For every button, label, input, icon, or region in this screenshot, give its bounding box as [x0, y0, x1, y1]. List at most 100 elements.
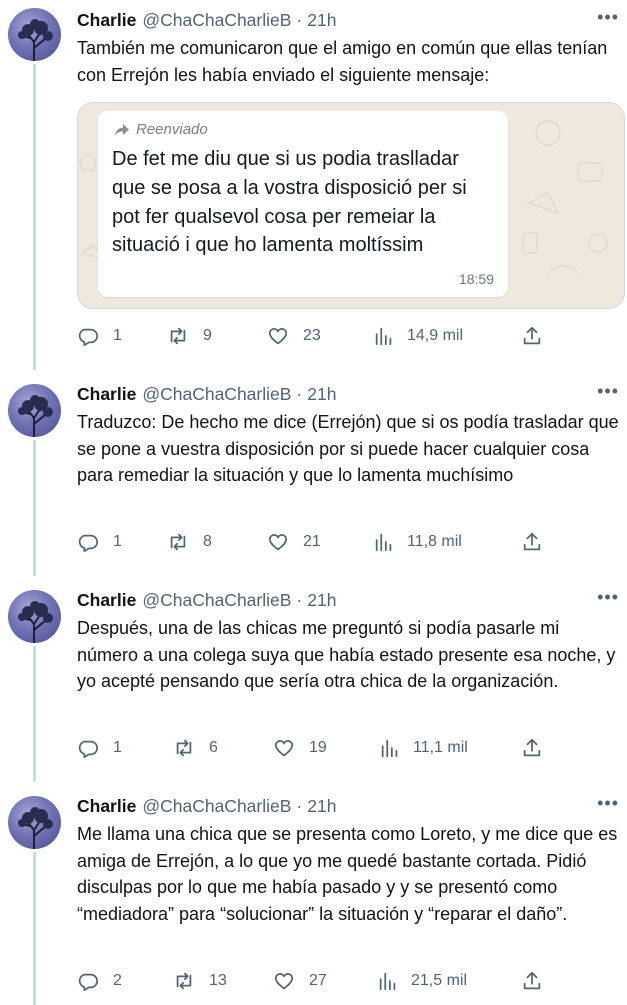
retweet-arrows-icon — [170, 533, 186, 551]
reply-bubble-icon — [78, 328, 99, 347]
bar-chart-icon — [379, 972, 396, 991]
more-dots-icon[interactable]: ••• — [597, 588, 619, 606]
views-button[interactable]: 11,1 mil — [379, 737, 468, 759]
share-upload-icon — [523, 971, 541, 990]
forwarded-label: Reenviado — [136, 121, 208, 138]
views-count: 21,5 mil — [411, 972, 468, 989]
tweet-media-image[interactable]: Reenviado De fet me diu que si us podia … — [77, 102, 625, 309]
whatsapp-message-text: De fet me diu que si us podia traslladar… — [112, 148, 467, 257]
tweet-time[interactable]: 21h — [307, 10, 336, 31]
share-upload-icon — [523, 532, 541, 551]
forward-arrow-icon — [115, 123, 129, 136]
views-button[interactable]: 11,8 mil — [373, 531, 462, 553]
more-dots-icon[interactable]: ••• — [597, 8, 619, 26]
display-name[interactable]: Charlie — [77, 384, 136, 405]
share-upload-icon — [523, 326, 541, 345]
forwarded-indicator: Reenviado — [114, 121, 208, 138]
bar-chart-icon — [375, 327, 392, 346]
whatsapp-message-bubble: Reenviado De fet me diu que si us podia … — [98, 111, 508, 297]
avatar[interactable] — [8, 590, 61, 643]
retweet-count: 9 — [203, 327, 212, 344]
separator-dot: · — [296, 589, 303, 610]
tweet-header: Charlie @ChaChaCharlieB · 21h — [77, 794, 336, 818]
tree-silhouette-avatar-icon — [18, 601, 53, 643]
reply-count: 2 — [113, 972, 122, 989]
tweet[interactable]: Charlie @ChaChaCharlieB · 21h ••• Despué… — [0, 582, 627, 782]
tree-silhouette-avatar-icon — [18, 395, 53, 437]
tweet-text: Traduzco: De hecho me dice (Errejón) que… — [77, 412, 619, 485]
tweet[interactable]: Charlie @ChaChaCharlieB · 21h ••• Tambié… — [0, 0, 627, 370]
thread-line — [33, 646, 36, 782]
like-button[interactable]: 21 — [267, 531, 321, 553]
reply-button[interactable]: 1 — [77, 737, 122, 759]
reply-button[interactable]: 2 — [77, 970, 122, 992]
share-button[interactable] — [521, 970, 543, 992]
tweet-header: Charlie @ChaChaCharlieB · 21h — [77, 8, 336, 32]
retweet-button[interactable]: 8 — [167, 531, 212, 553]
share-button[interactable] — [521, 325, 543, 347]
tweet-text: Después, una de las chicas me preguntó s… — [77, 618, 616, 691]
retweet-button[interactable]: 13 — [173, 970, 227, 992]
retweet-count: 8 — [203, 533, 212, 550]
user-handle[interactable]: @ChaChaCharlieB — [142, 384, 291, 405]
tweet-header: Charlie @ChaChaCharlieB · 21h — [77, 382, 336, 406]
reply-bubble-icon — [78, 740, 99, 759]
thread-line — [33, 440, 36, 576]
more-dots-icon[interactable]: ••• — [597, 382, 619, 400]
views-count: 11,8 mil — [407, 533, 462, 550]
retweet-arrows-icon — [170, 327, 186, 345]
views-button[interactable]: 21,5 mil — [377, 970, 467, 992]
tweet-actions: 2 13 27 21,5 mil — [77, 970, 617, 996]
retweet-arrows-icon — [176, 972, 192, 990]
like-button[interactable]: 19 — [273, 737, 327, 759]
share-upload-icon — [523, 738, 541, 757]
display-name[interactable]: Charlie — [77, 10, 136, 31]
avatar[interactable] — [8, 384, 61, 437]
tweet-actions: 1 6 19 11,1 mil — [77, 737, 617, 763]
avatar[interactable] — [8, 8, 61, 61]
whatsapp-message-time: 18:59 — [458, 271, 494, 287]
share-button[interactable] — [521, 531, 543, 553]
tweet-time[interactable]: 21h — [307, 590, 336, 611]
more-dots-icon[interactable]: ••• — [597, 794, 619, 812]
retweet-count: 6 — [209, 739, 218, 756]
display-name[interactable]: Charlie — [77, 796, 136, 817]
tweet-actions: 1 8 21 11,8 mil — [77, 531, 617, 557]
thread-line — [33, 64, 36, 370]
reply-button[interactable]: 1 — [77, 531, 122, 553]
separator-dot: · — [296, 383, 303, 404]
reply-bubble-icon — [78, 973, 99, 992]
heart-icon — [274, 973, 294, 990]
tweet-text: Me llama una chica que se presenta como … — [77, 824, 618, 924]
retweet-count: 13 — [209, 972, 227, 989]
retweet-button[interactable]: 6 — [173, 737, 218, 759]
retweet-button[interactable]: 9 — [167, 325, 212, 347]
retweet-arrows-icon — [176, 739, 192, 757]
tweet[interactable]: Charlie @ChaChaCharlieB · 21h ••• Me lla… — [0, 788, 627, 1005]
reply-count: 1 — [113, 739, 122, 756]
avatar[interactable] — [8, 796, 61, 849]
user-handle[interactable]: @ChaChaCharlieB — [142, 10, 291, 31]
reply-count: 1 — [113, 327, 122, 344]
heart-icon — [268, 534, 288, 551]
like-button[interactable]: 27 — [273, 970, 327, 992]
display-name[interactable]: Charlie — [77, 590, 136, 611]
bar-chart-icon — [381, 739, 398, 758]
views-count: 11,1 mil — [413, 739, 468, 756]
tweet-header: Charlie @ChaChaCharlieB · 21h — [77, 588, 336, 612]
heart-icon — [274, 740, 294, 757]
tree-silhouette-avatar-icon — [18, 807, 53, 849]
user-handle[interactable]: @ChaChaCharlieB — [142, 796, 291, 817]
tweet[interactable]: Charlie @ChaChaCharlieB · 21h ••• Traduz… — [0, 376, 627, 576]
share-button[interactable] — [521, 737, 543, 759]
tree-silhouette-avatar-icon — [18, 19, 53, 61]
heart-icon — [268, 328, 288, 345]
tweet-actions: 1 9 23 14,9 mil — [77, 325, 617, 351]
like-count: 19 — [309, 739, 327, 756]
user-handle[interactable]: @ChaChaCharlieB — [142, 590, 291, 611]
tweet-time[interactable]: 21h — [307, 384, 336, 405]
like-button[interactable]: 23 — [267, 325, 321, 347]
views-button[interactable]: 14,9 mil — [373, 325, 463, 347]
tweet-time[interactable]: 21h — [307, 796, 336, 817]
reply-button[interactable]: 1 — [77, 325, 122, 347]
